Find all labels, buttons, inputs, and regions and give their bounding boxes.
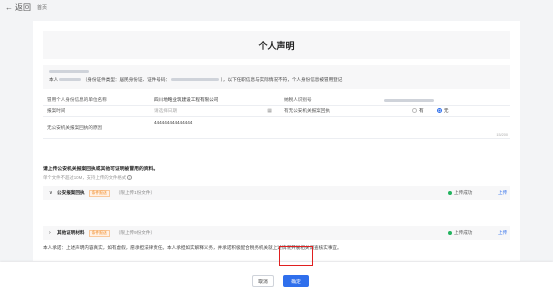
- file-section-police-receipt[interactable]: ∨ 公安报案回执 条件报送 （限上传1份文件） 上传成功 上传: [43, 186, 510, 200]
- back-label: 返回: [15, 2, 31, 12]
- conditional-tag: 条件报送: [88, 189, 110, 197]
- field-label: 冒用个人身份信息的单位名称: [47, 97, 107, 102]
- success-dot-icon: [448, 191, 452, 195]
- report-date-picker[interactable]: 请选择日期 ▦: [148, 108, 278, 114]
- chevron-down-icon: ∨: [49, 190, 53, 196]
- calendar-icon: ▦: [267, 108, 272, 114]
- declaration-card: 个人声明 本人 （身份证件类型：居民身份证、证件号码： ），以下任职信息与实际情…: [33, 21, 520, 261]
- chevron-right-icon: ›: [49, 230, 51, 236]
- receipt-radio-group: 有 无: [378, 108, 510, 114]
- field-label: 报案时间: [47, 108, 66, 113]
- info-table: 冒用个人身份信息的单位名称 四川地略业筑建设工程有限公司 纳税人识别号 报案时间…: [43, 95, 510, 139]
- field-label: 有无公安机关报案回执: [284, 108, 330, 113]
- radio-selected-icon: [436, 108, 442, 114]
- field-label: 纳税人识别号: [284, 97, 312, 102]
- confirm-highlight-box: [279, 246, 313, 266]
- declaration-line-1: [49, 68, 504, 76]
- date-placeholder: 请选择日期: [154, 108, 177, 113]
- radio-yes[interactable]: 有: [412, 108, 424, 114]
- radio-no[interactable]: 无: [436, 108, 449, 114]
- company-name-value: 四川地略业筑建设工程有限公司: [154, 97, 219, 102]
- upload-title: 请上传公安机关报案回执或其他可证明被冒用的资料。: [43, 167, 159, 172]
- redacted-name: [59, 78, 82, 82]
- table-row: 报案时间 请选择日期 ▦ 有无公安机关报案回执 有 无: [43, 106, 510, 117]
- redacted-id-number: [171, 78, 220, 82]
- redacted-text: [49, 70, 89, 74]
- field-label: 无公安机关报案回执的原因: [47, 124, 103, 130]
- table-row: 冒用个人身份信息的单位名称 四川地略业筑建设工程有限公司 纳税人识别号: [43, 95, 510, 106]
- radio-circle-icon: [412, 108, 417, 114]
- upload-button[interactable]: 上传: [498, 190, 507, 196]
- top-bar: ← 返回 首页: [0, 0, 553, 14]
- upload-status: 上传成功: [448, 230, 472, 236]
- upload-status: 上传成功: [448, 190, 472, 196]
- conditional-tag: 条件报送: [88, 229, 110, 237]
- page-title: 个人声明: [43, 31, 510, 59]
- breadcrumb[interactable]: 首页: [37, 4, 47, 11]
- info-icon[interactable]: i: [127, 175, 133, 180]
- char-counter: 15/200: [496, 133, 508, 137]
- footer-bar: 取消 确定: [0, 262, 553, 296]
- back-button[interactable]: ← 返回: [5, 2, 31, 13]
- file-section-other-materials[interactable]: › 其他证明材料 条件报送 （限上传9份文件） 上传成功 上传: [43, 226, 510, 240]
- declaration-line-2: 本人 （身份证件类型：居民身份证、证件号码： ），以下任职信息与实际情况不符，个…: [49, 77, 343, 82]
- declaration-text: 本人 （身份证件类型：居民身份证、证件号码： ），以下任职信息与实际情况不符，个…: [43, 65, 510, 89]
- arrow-left-icon: ←: [5, 2, 13, 12]
- reason-textarea[interactable]: 444444444444444: [148, 117, 510, 125]
- confirm-button[interactable]: 确定: [283, 275, 309, 287]
- upload-hint: 单个文件不超过10M，支持上传的文件格式 i: [43, 175, 133, 181]
- taxpayer-id-value: [378, 98, 510, 103]
- table-row: 无公安机关报案回执的原因 444444444444444 15/200: [43, 117, 510, 139]
- cancel-button[interactable]: 取消: [252, 275, 274, 287]
- success-dot-icon: [448, 231, 452, 235]
- upload-button[interactable]: 上传: [498, 230, 507, 236]
- redacted-taxpayer-id: [384, 98, 434, 102]
